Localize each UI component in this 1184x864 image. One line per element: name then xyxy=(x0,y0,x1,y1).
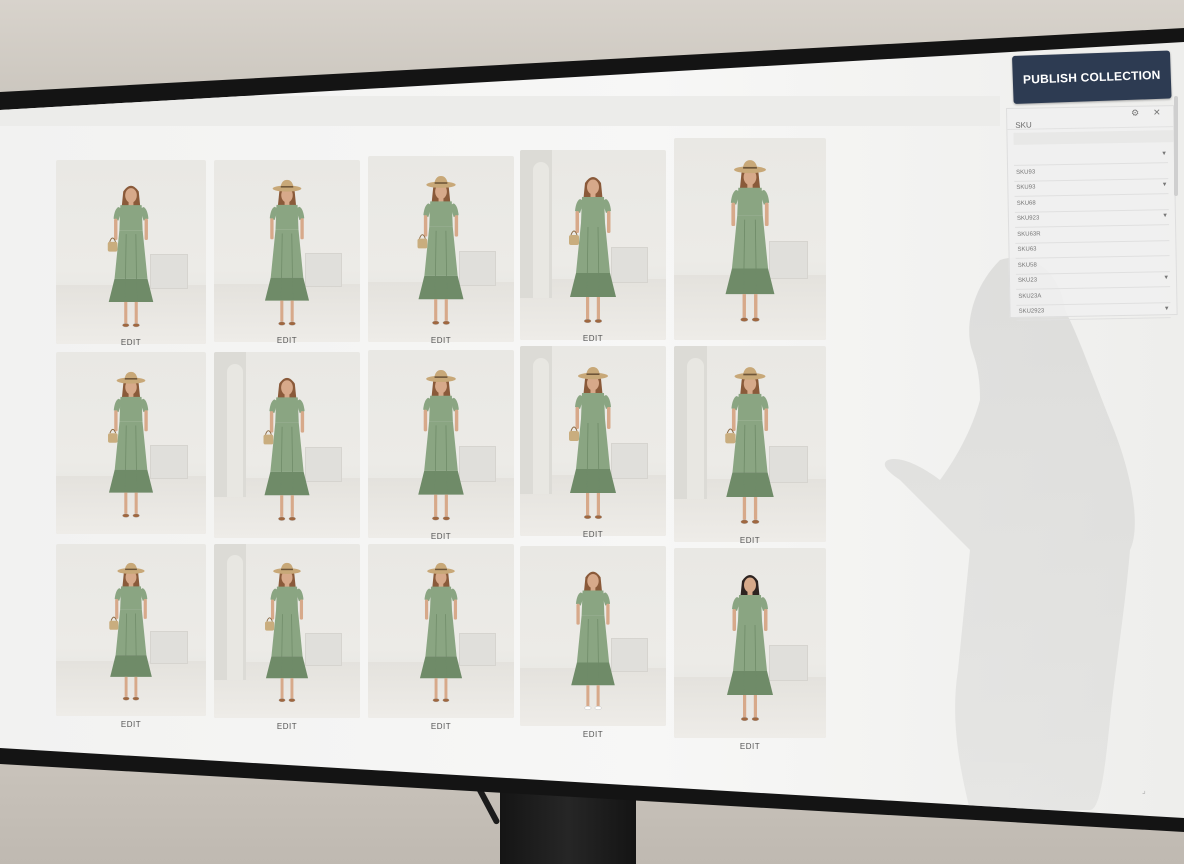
person-shadow-reflection xyxy=(884,257,1135,810)
edit-link[interactable]: EDIT xyxy=(101,720,161,729)
product-image-card[interactable] xyxy=(56,160,206,344)
chevron-down-icon[interactable]: ▾ xyxy=(1165,304,1169,312)
scrollbar[interactable] xyxy=(1174,96,1178,196)
product-image-card[interactable] xyxy=(214,352,360,538)
edit-link[interactable]: EDIT xyxy=(411,336,471,345)
close-icon[interactable]: ✕ xyxy=(1153,107,1161,118)
product-image-card[interactable] xyxy=(674,548,826,738)
product-image-card[interactable] xyxy=(214,160,360,342)
chevron-down-icon[interactable]: ▾ xyxy=(1162,149,1166,157)
panel-header: SKU ⚙ ✕ xyxy=(1007,106,1174,130)
product-image-card[interactable] xyxy=(214,544,360,718)
sku-filter-label: SKU63 xyxy=(1017,246,1037,253)
studio-arch xyxy=(214,544,247,680)
edit-link[interactable]: EDIT xyxy=(257,336,317,345)
edit-link[interactable]: EDIT xyxy=(411,722,471,731)
sku-search-input[interactable] xyxy=(1013,130,1174,145)
studio-arch xyxy=(520,346,553,495)
model-figure xyxy=(727,574,773,721)
model-figure xyxy=(418,370,464,521)
chevron-down-icon[interactable]: ▾ xyxy=(1163,211,1167,219)
sku-filter-label: SKU68 xyxy=(1016,199,1036,207)
model-figure xyxy=(725,159,775,322)
model-figure xyxy=(569,176,616,323)
model-figure xyxy=(107,185,154,328)
sku-filter-label: SKU93 xyxy=(1016,184,1036,191)
model-figure xyxy=(265,562,309,703)
edit-link[interactable]: EDIT xyxy=(101,338,161,347)
model-figure xyxy=(264,179,310,326)
chevron-down-icon[interactable]: ▾ xyxy=(1163,180,1167,188)
product-image-card[interactable] xyxy=(520,546,666,726)
edit-link[interactable]: EDIT xyxy=(257,722,317,731)
product-image-card[interactable] xyxy=(56,352,206,534)
product-image-card[interactable] xyxy=(674,138,826,340)
product-image-card[interactable] xyxy=(674,346,826,542)
monitor-screen: EDIT EDIT EDIT EDIT EDIT EDIT EDIT EDIT EDIT EDIT… xyxy=(0,42,1184,818)
panel-title: SKU xyxy=(1015,120,1032,130)
model-figure xyxy=(417,176,464,325)
publish-collection-button[interactable]: PUBLISH COLLECTION xyxy=(1012,50,1172,104)
model-figure xyxy=(419,562,463,703)
edit-link[interactable]: EDIT xyxy=(563,334,623,343)
model-figure xyxy=(571,571,615,710)
chevron-down-icon[interactable]: ▾ xyxy=(1164,273,1168,281)
model-figure xyxy=(569,366,616,519)
sku-filter-label: SKU923 xyxy=(1016,215,1040,222)
model-figure xyxy=(109,562,152,701)
product-image-card[interactable] xyxy=(520,150,666,340)
sku-filter-panel: SKU ⚙ ✕ ▾ SKU93 SKU93 ▾ SKU68 SKU923 ▾ SKU63R SK… xyxy=(1006,105,1178,321)
sku-filter-label: SKU93 xyxy=(1016,169,1036,176)
edit-link[interactable]: EDIT xyxy=(563,730,623,739)
gear-icon[interactable]: ⚙ xyxy=(1131,108,1139,119)
edit-link[interactable]: EDIT xyxy=(563,530,623,539)
sku-filter-label: SKU23 xyxy=(1017,277,1038,284)
product-image-card[interactable] xyxy=(520,346,666,536)
product-image-card[interactable] xyxy=(56,544,206,716)
model-figure xyxy=(725,367,774,525)
sku-filter-label: SKU2923 xyxy=(1018,308,1045,315)
product-image-card[interactable] xyxy=(368,544,514,718)
edit-link[interactable]: EDIT xyxy=(411,532,471,541)
sku-filter-label: SKU58 xyxy=(1017,261,1037,269)
sku-filter-label: SKU23A xyxy=(1018,292,1042,300)
studio-arch xyxy=(674,346,708,499)
product-image-card[interactable] xyxy=(368,350,514,538)
sku-filter-row[interactable]: SKU2923 ▾ xyxy=(1016,303,1171,321)
model-figure xyxy=(263,378,310,521)
resize-icon: ⌟ xyxy=(1142,786,1146,795)
sku-filter-label: SKU63R xyxy=(1017,230,1041,238)
edit-link[interactable]: EDIT xyxy=(720,742,780,751)
model-figure xyxy=(108,371,154,518)
edit-link[interactable]: EDIT xyxy=(720,536,780,545)
product-image-card[interactable] xyxy=(368,156,514,342)
studio-arch xyxy=(520,150,553,299)
studio-arch xyxy=(214,352,247,498)
